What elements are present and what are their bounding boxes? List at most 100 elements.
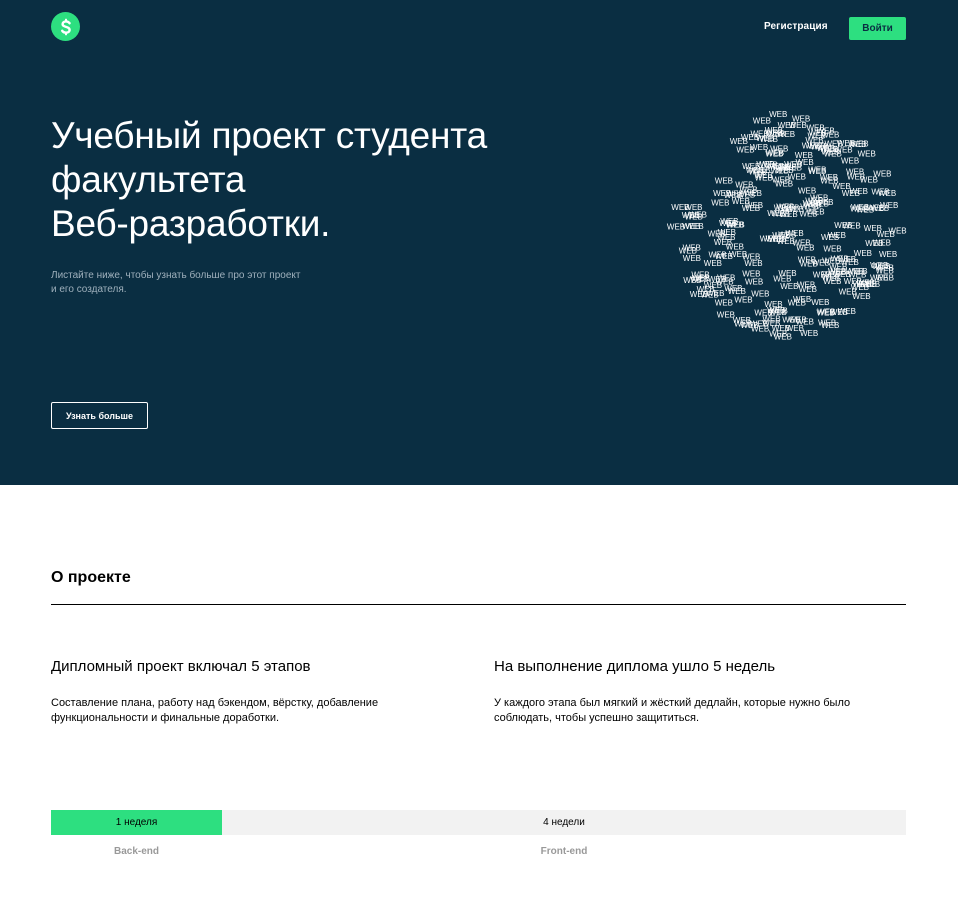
web-word-mark: WEB (769, 110, 787, 119)
web-word-mark: WEB (878, 189, 896, 198)
web-word-mark: WEB (734, 319, 752, 328)
web-word-mark: WEB (683, 276, 701, 285)
hero-title: Учебный проект студента факультета Веб-р… (51, 114, 611, 246)
web-word-mark: WEB (749, 168, 767, 177)
web-word-mark: WEB (821, 321, 839, 330)
duration-text: У каждого этапа был мягкий и жёсткий дед… (494, 697, 851, 724)
web-word-mark: WEB (876, 273, 894, 282)
web-word-mark: WEB (717, 233, 735, 242)
web-word-mark: WEB (865, 239, 883, 248)
timeline-segment-backend: 1 неделя (51, 810, 222, 835)
web-word-mark: WEB (780, 282, 798, 291)
web-word-mark: WEB (745, 278, 763, 287)
about-section-title: О проекте (51, 569, 131, 586)
web-word-mark: WEB (793, 295, 811, 304)
web-word-mark: WEB (849, 267, 867, 276)
web-word-mark: WEB (811, 199, 829, 208)
web-word-mark: WEB (795, 151, 813, 160)
web-word-mark: WEB (864, 224, 882, 233)
web-word-mark: WEB (844, 277, 862, 286)
web-word-mark: WEB (777, 130, 795, 139)
web-word-mark: WEB (798, 187, 816, 196)
web-word-mark: WEB (860, 176, 878, 185)
web-word-mark: WEB (742, 269, 760, 278)
stages-info-block: Дипломный проект включал 5 этапов Состав… (51, 658, 471, 726)
hero-title-line-2: факультета (51, 159, 246, 200)
web-word-mark: WEB (735, 181, 753, 190)
web-word-mark: WEB (713, 189, 731, 198)
stages-heading: Дипломный проект включал 5 этапов (51, 658, 311, 675)
web-word-mark: WEB (821, 233, 839, 242)
web-word-mark: WEB (729, 250, 747, 259)
web-word-mark: WEB (719, 219, 737, 228)
timeline-segment-frontend: 4 недели (543, 817, 585, 828)
web-word-mark: WEB (772, 231, 790, 240)
web-word-mark: WEB (683, 254, 701, 263)
web-word-mark: WEB (823, 245, 841, 254)
web-word-mark: WEB (856, 205, 874, 214)
web-word-mark: WEB (789, 121, 807, 130)
web-word-mark: WEB (858, 150, 876, 159)
web-word-mark: WEB (842, 189, 860, 198)
section-divider (51, 604, 906, 605)
web-word-mark: WEB (806, 207, 824, 216)
web-word-mark: WEB (807, 142, 825, 151)
web-word-mark: WEB (817, 308, 835, 317)
hero-title-line-3: Веб-разработки. (51, 203, 331, 244)
web-word-mark: WEB (745, 201, 763, 210)
web-word-mark: WEB (776, 203, 794, 212)
web-word-mark: WEB (808, 167, 826, 176)
web-word-mark: WEB (774, 332, 792, 341)
login-button[interactable]: Войти (849, 17, 906, 40)
learn-more-button[interactable]: Узнать больше (51, 402, 148, 429)
web-word-mark: WEB (782, 315, 800, 324)
web-word-mark: WEB (744, 259, 762, 268)
timeline-bar: 1 неделя 4 недели (51, 810, 906, 835)
hero-section: Регистрация Войти Учебный проект студент… (0, 0, 958, 485)
s-glyph-icon (60, 18, 71, 35)
web-word-mark: WEB (682, 211, 700, 220)
web-word-mark: WEB (797, 280, 815, 289)
register-link[interactable]: Регистрация (764, 21, 828, 32)
web-word-mark: WEB (821, 131, 839, 140)
web-word-mark: WEB (734, 295, 752, 304)
web-word-mark: WEB (704, 281, 722, 290)
web-word-mark: WEB (760, 135, 778, 144)
web-word-mark: WEB (796, 244, 814, 253)
web-word-mark: WEB (870, 261, 888, 270)
web-word-mark: WEB (709, 250, 727, 259)
web-word-mark: WEB (879, 250, 897, 259)
duration-heading: На выполнение диплома ушло 5 недель (494, 658, 776, 675)
web-word-mark: WEB (772, 176, 790, 185)
web-word-mark: WEB (715, 298, 733, 307)
hero-subtitle: Листайте ниже, чтобы узнать больше про э… (51, 270, 301, 295)
web-word-mark: WEB (841, 157, 859, 166)
hero-title-line-1: Учебный проект студента (51, 115, 487, 156)
web-word-mark: WEB (880, 201, 898, 210)
web-word-mark: WEB (682, 222, 700, 231)
web-word-mark: WEB (820, 177, 838, 186)
web-word-mark: WEB (765, 149, 783, 158)
web-word-mark: WEB (822, 274, 840, 283)
web-word-cloud-logo-icon: WEBWEBWEBWEBWEBWEBWEBWEBWEBWEBWEBWEBWEBW… (667, 110, 907, 341)
web-word-mark: WEB (751, 289, 769, 298)
web-word-mark: WEB (825, 140, 843, 149)
web-word-mark: WEB (854, 249, 872, 258)
web-word-mark: WEB (784, 160, 802, 169)
web-word-mark: WEB (715, 177, 733, 186)
web-word-mark: WEB (850, 140, 868, 149)
stages-text: Составление плана, работу над бэкендом, … (51, 697, 379, 724)
web-word-mark: WEB (811, 298, 829, 307)
dollar-s-logo-icon[interactable] (51, 12, 80, 41)
web-word-mark: WEB (711, 199, 729, 208)
web-word-mark: WEB (843, 221, 861, 230)
web-word-mark: WEB (852, 292, 870, 301)
web-word-mark: WEB (706, 289, 724, 298)
web-word-mark: WEB (829, 263, 847, 272)
web-word-mark: WEB (773, 274, 791, 283)
timeline-label-frontend: Front-end (540, 846, 588, 857)
web-word-mark: WEB (798, 255, 816, 264)
web-word-mark: WEB (730, 137, 748, 146)
timeline-label-backend: Back-end (113, 846, 159, 857)
duration-info-block: На выполнение диплома ушло 5 недель У ка… (494, 658, 914, 726)
